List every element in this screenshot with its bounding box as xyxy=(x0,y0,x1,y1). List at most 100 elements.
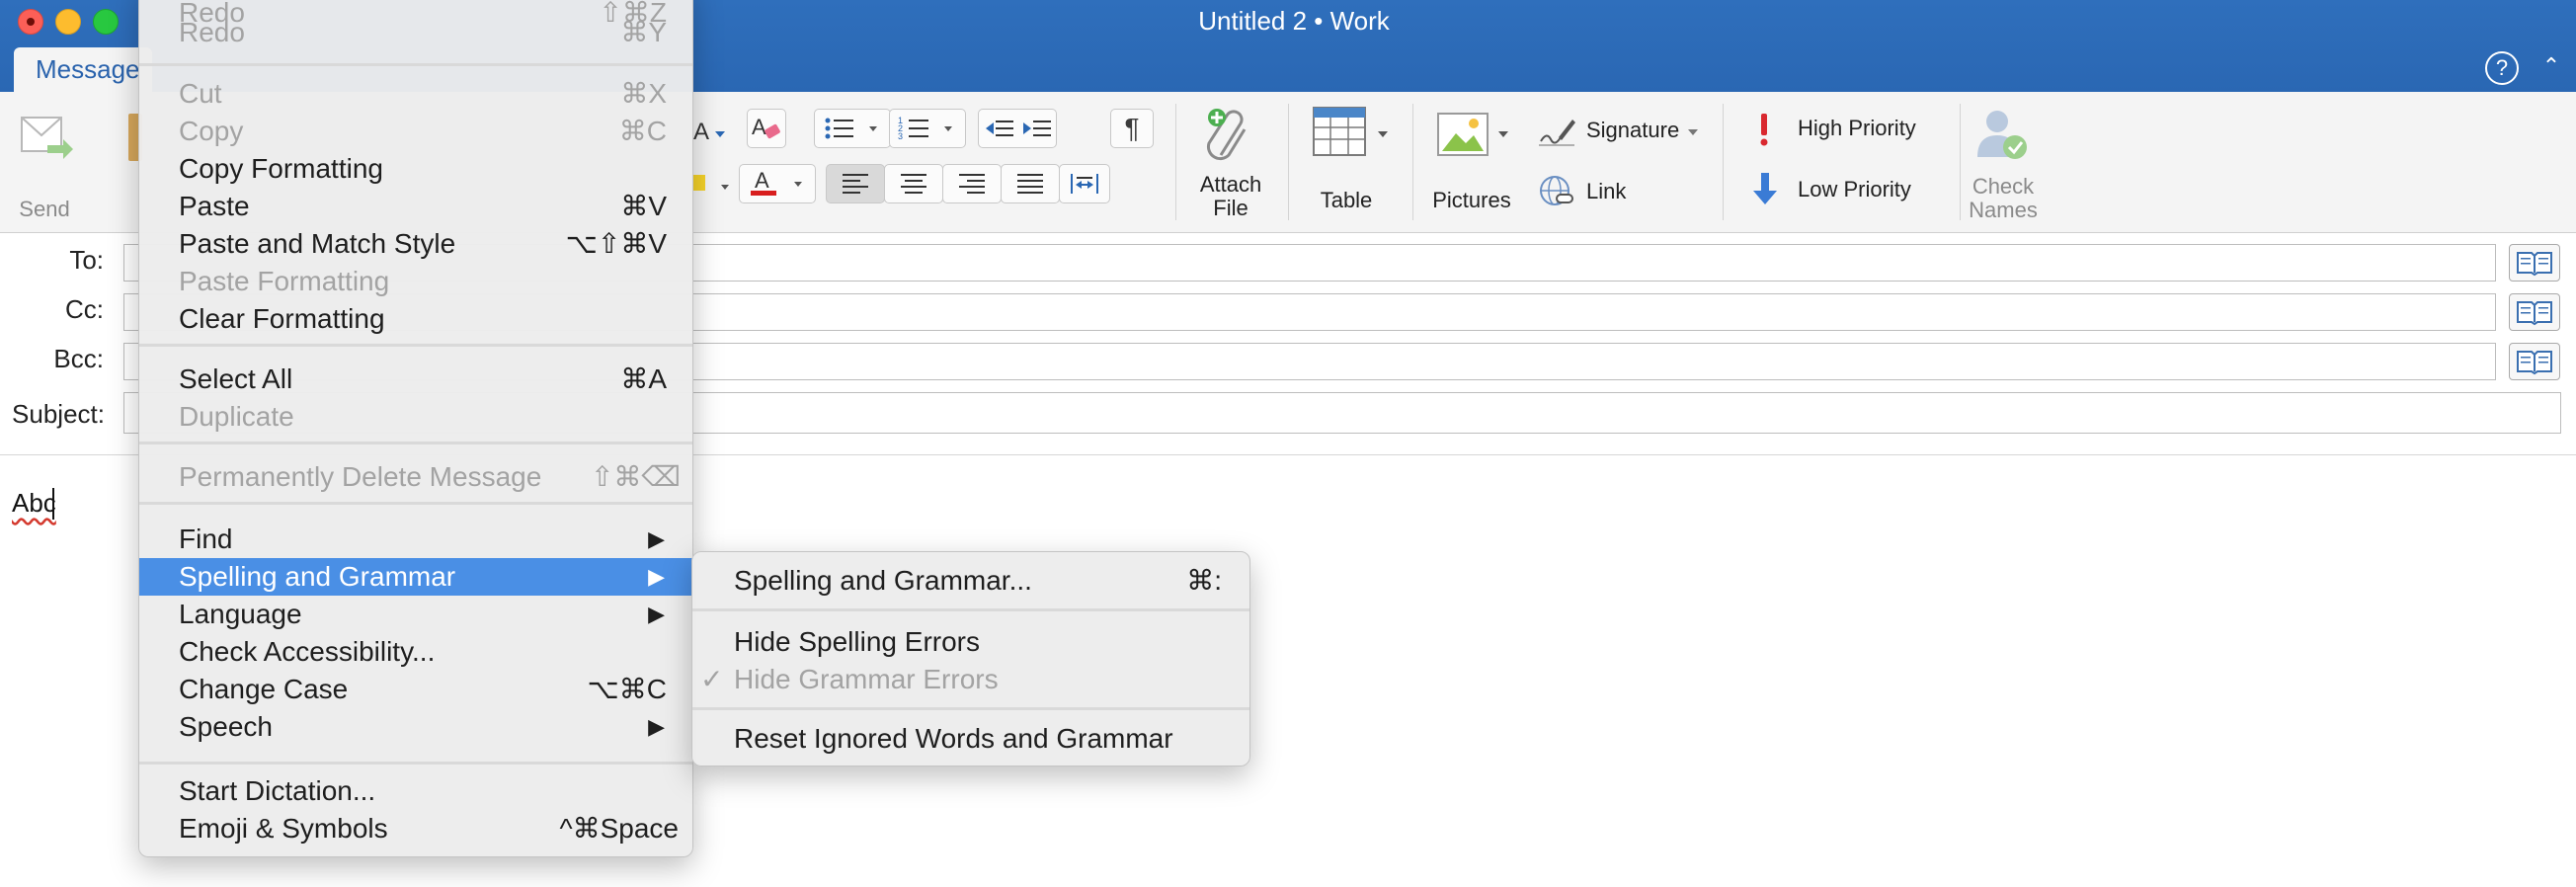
menu-item-spelling-and-grammar[interactable]: Spelling and Grammar ▶ xyxy=(139,558,692,596)
menu-item-label: Redo xyxy=(179,17,245,47)
menu-item-label: Clear Formatting xyxy=(179,303,385,334)
menu-item-label: Speech xyxy=(179,711,273,742)
minimize-window-button[interactable] xyxy=(55,9,81,35)
close-window-button[interactable] xyxy=(18,9,43,35)
spelling-and-grammar-submenu: Spelling and Grammar... ⌘: Hide Spelling… xyxy=(691,551,1250,766)
menu-item-paste-and-match-style[interactable]: Paste and Match Style ⌥⇧⌘V xyxy=(139,225,692,263)
table-button[interactable]: Table xyxy=(1302,106,1397,214)
menu-item-label: Spelling and Grammar... xyxy=(734,565,1032,596)
address-book-icon xyxy=(2517,301,2552,326)
menu-separator xyxy=(139,63,692,66)
menu-item-label: Language xyxy=(179,599,302,629)
numbering-icon[interactable]: 1 2 3 xyxy=(889,109,966,148)
submenu-item-spelling-and-grammar[interactable]: Spelling and Grammar... ⌘: xyxy=(692,562,1249,600)
highlight-color-icon[interactable] xyxy=(691,167,737,206)
menu-item-shortcut: ⌘X xyxy=(620,78,667,109)
align-left-icon[interactable] xyxy=(826,164,885,203)
menu-item-check-accessibility[interactable]: Check Accessibility... xyxy=(139,633,692,671)
menu-item-emoji-and-symbols[interactable]: Emoji & Symbols ^⌘Space xyxy=(139,810,692,847)
font-color-icon[interactable]: A xyxy=(739,164,816,203)
menu-item-permanently-delete: Permanently Delete Message ⇧⌘⌫ xyxy=(139,458,692,496)
indent-group xyxy=(978,109,1057,148)
to-address-book-button[interactable] xyxy=(2509,244,2560,282)
signature-dropdown-icon[interactable] xyxy=(1687,127,1699,137)
send-button[interactable]: Send xyxy=(0,112,89,221)
menu-item-label: Check Accessibility... xyxy=(179,636,436,667)
menu-separator xyxy=(139,762,692,765)
attach-file-button[interactable]: Attach File xyxy=(1183,104,1278,228)
menu-item-copy-formatting[interactable]: Copy Formatting xyxy=(139,150,692,188)
decrease-indent-icon[interactable] xyxy=(986,121,1013,136)
menu-item-label: Change Case xyxy=(179,674,349,704)
menu-item-label: Paste xyxy=(179,191,250,221)
picture-icon xyxy=(1437,113,1489,156)
menu-item-shortcut: ⇧⌘⌫ xyxy=(590,461,681,492)
signature-button[interactable]: Signature xyxy=(1537,114,1705,149)
font-size-icon[interactable]: A xyxy=(691,112,731,151)
check-names-label-2: Names xyxy=(1969,198,2038,222)
help-icon[interactable]: ? xyxy=(2485,51,2519,85)
menu-item-label: Permanently Delete Message xyxy=(179,461,542,492)
increase-indent-icon[interactable] xyxy=(1023,121,1051,136)
menu-item-label: Paste and Match Style xyxy=(179,228,456,259)
address-book-icon xyxy=(2517,252,2552,277)
menu-item-redo: Redo ⌘Y xyxy=(139,14,692,51)
ribbon-divider xyxy=(1288,104,1289,220)
text-direction-icon[interactable] xyxy=(1059,164,1110,203)
high-priority-button[interactable]: High Priority xyxy=(1752,112,1950,147)
message-body-text[interactable]: Abc xyxy=(12,488,56,519)
menu-item-label: Find xyxy=(179,524,233,554)
menu-item-label: Duplicate xyxy=(179,401,294,432)
menu-item-label: Hide Spelling Errors xyxy=(734,626,980,657)
paperclip-icon xyxy=(1206,109,1247,161)
collapse-ribbon-icon[interactable]: ⌃ xyxy=(2536,53,2566,81)
low-priority-button[interactable]: Low Priority xyxy=(1752,171,1950,206)
svg-text:A: A xyxy=(693,119,709,145)
submenu-item-reset-ignored-words[interactable]: Reset Ignored Words and Grammar xyxy=(692,720,1249,758)
subject-label: Subject: xyxy=(12,399,105,429)
show-formatting-marks-icon[interactable]: ¶ xyxy=(1110,109,1154,148)
cc-address-book-button[interactable] xyxy=(2509,293,2560,331)
menu-item-speech[interactable]: Speech ▶ xyxy=(139,708,692,746)
menu-item-language[interactable]: Language ▶ xyxy=(139,596,692,633)
menu-item-clear-formatting[interactable]: Clear Formatting xyxy=(139,300,692,338)
justify-icon[interactable] xyxy=(1001,164,1060,203)
pictures-button[interactable]: Pictures xyxy=(1422,112,1521,214)
bcc-label: Bcc: xyxy=(53,344,104,373)
bullets-icon[interactable] xyxy=(814,109,891,148)
ribbon-divider xyxy=(1723,104,1724,220)
menu-item-label: Reset Ignored Words and Grammar xyxy=(734,723,1173,754)
svg-text:A: A xyxy=(755,168,769,193)
align-right-icon[interactable] xyxy=(942,164,1002,203)
tab-message[interactable]: Message xyxy=(14,47,152,92)
bcc-address-book-button[interactable] xyxy=(2509,343,2560,380)
down-arrow-icon xyxy=(1753,173,1777,204)
signature-label: Signature xyxy=(1586,118,1680,142)
check-names-button[interactable]: Check Names xyxy=(1964,106,2043,230)
ribbon-divider xyxy=(1960,104,1961,220)
link-icon xyxy=(1540,176,1573,205)
to-label: To: xyxy=(69,245,104,275)
address-book-icon xyxy=(2517,351,2552,375)
menu-item-cut: Cut ⌘X xyxy=(139,75,692,113)
menu-item-select-all[interactable]: Select All ⌘A xyxy=(139,361,692,398)
menu-item-change-case[interactable]: Change Case ⌥⌘C xyxy=(139,671,692,708)
clear-formatting-icon[interactable]: A xyxy=(747,109,786,148)
pictures-dropdown-icon[interactable] xyxy=(1497,129,1509,139)
menu-item-shortcut: ^⌘Space xyxy=(559,813,679,844)
align-center-icon[interactable] xyxy=(884,164,943,203)
menu-item-label: Cut xyxy=(179,78,222,109)
table-dropdown-icon[interactable] xyxy=(1377,129,1389,139)
pictures-label: Pictures xyxy=(1432,188,1511,212)
submenu-arrow-icon: ▶ xyxy=(648,714,665,739)
link-button[interactable]: Link xyxy=(1537,173,1655,208)
cc-label: Cc: xyxy=(65,294,104,324)
menu-item-paste[interactable]: Paste ⌘V xyxy=(139,188,692,225)
submenu-arrow-icon: ▶ xyxy=(648,564,665,589)
zoom-window-button[interactable] xyxy=(93,9,119,35)
menu-item-start-dictation[interactable]: Start Dictation... xyxy=(139,772,692,810)
menu-item-find[interactable]: Find ▶ xyxy=(139,521,692,558)
menu-item-shortcut: ⌘C xyxy=(618,116,667,146)
menu-item-label: Start Dictation... xyxy=(179,775,376,806)
submenu-item-hide-spelling-errors[interactable]: Hide Spelling Errors xyxy=(692,623,1249,661)
